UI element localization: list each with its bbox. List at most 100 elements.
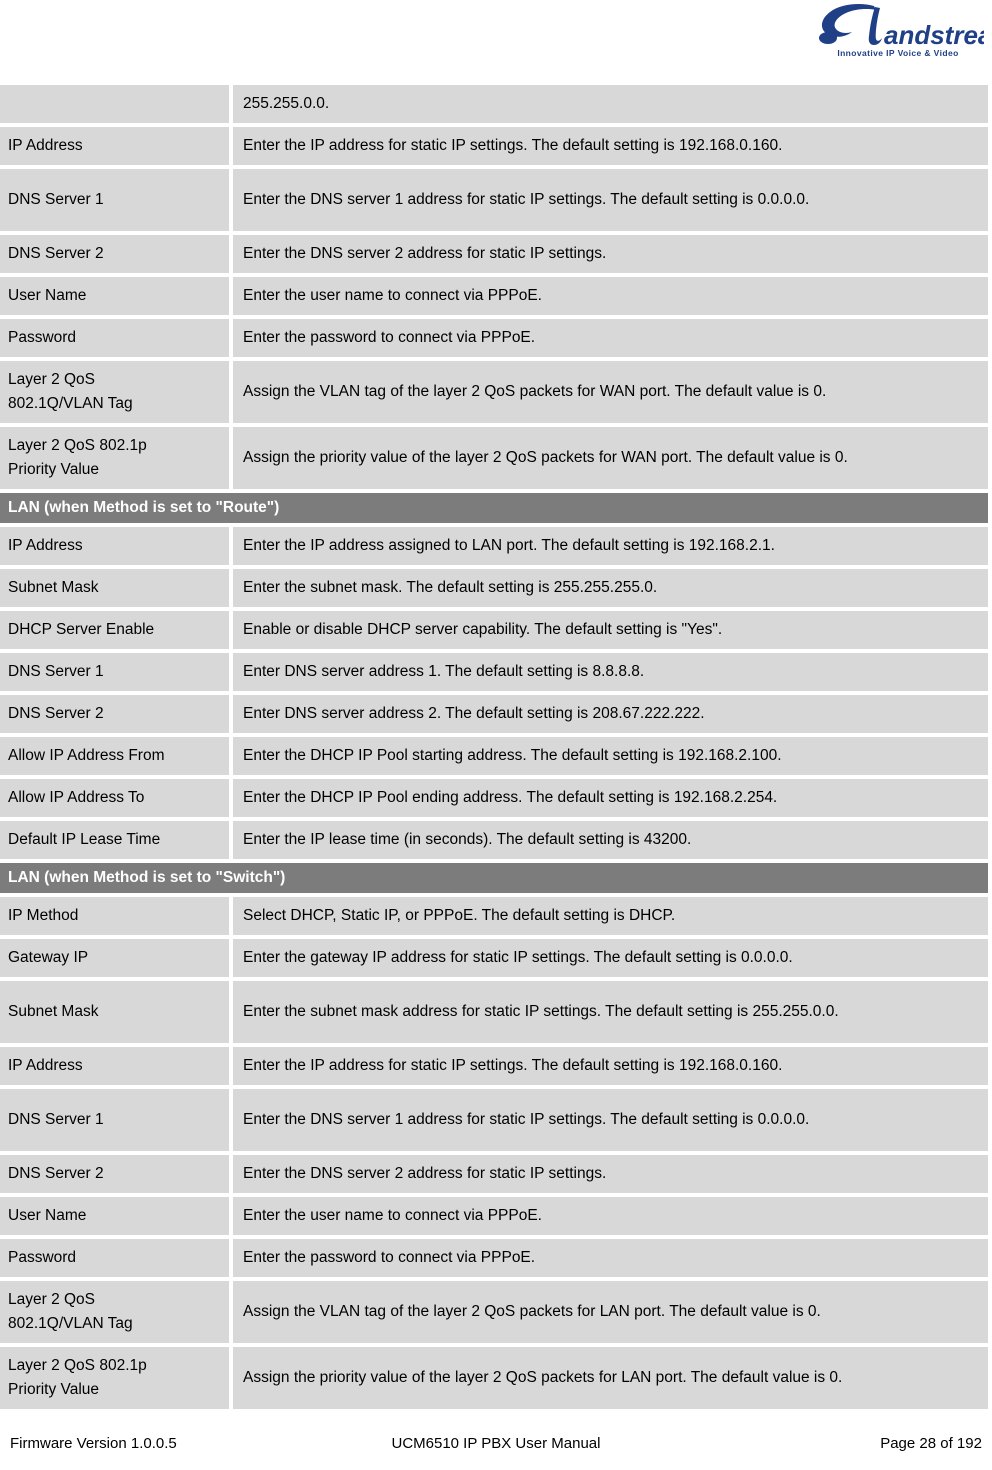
row-label-cell: DNS Server 2 (0, 1155, 229, 1193)
footer-firmware-version: Firmware Version 1.0.0.5 (10, 1435, 177, 1452)
row-label-text: Gateway IP (8, 949, 89, 966)
row-description-text: Enter the DNS server 2 address for stati… (243, 1165, 607, 1182)
row-label-text: IP Address (8, 137, 83, 154)
row-description-text: Enter the IP address assigned to LAN por… (243, 537, 775, 554)
row-label-text: Layer 2 QoS 802.1Q/VLAN Tag (8, 1288, 133, 1336)
row-description-cell: Enter the IP address assigned to LAN por… (233, 527, 988, 565)
row-label-text: User Name (8, 287, 87, 304)
row-description-cell: Select DHCP, Static IP, or PPPoE. The de… (233, 897, 988, 935)
row-description-text: Assign the VLAN tag of the layer 2 QoS p… (243, 1303, 821, 1320)
row-label-text: DNS Server 1 (8, 1111, 104, 1128)
row-description-text: Assign the VLAN tag of the layer 2 QoS p… (243, 383, 827, 400)
row-description-text: Enter the subnet mask. The default setti… (243, 579, 658, 596)
row-description-text: Enter the DNS server 2 address for stati… (243, 245, 607, 262)
row-label-text-line2: 802.1Q/VLAN Tag (8, 395, 133, 412)
row-label-cell: DNS Server 1 (0, 1089, 229, 1151)
row-description-cell: Enter the user name to connect via PPPoE… (233, 1197, 988, 1235)
table-row: IP Address Enter the IP address assigned … (0, 527, 988, 565)
table-row: User Name Enter the user name to connect … (0, 277, 988, 315)
table-row: Layer 2 QoS 802.1p Priority Value Assign t… (0, 427, 988, 489)
wan-settings-table: 255.255.0.0. IP Address Enter the IP addre… (0, 85, 988, 1409)
section-header-lan-route: LAN (when Method is set to "Route") (0, 493, 988, 523)
table-row: DNS Server 2 Enter DNS server address 2. … (0, 695, 988, 733)
row-description-cell: Enter DNS server address 1. The default … (233, 653, 988, 691)
lan-route-rows-container: IP Address Enter the IP address assigned … (0, 527, 988, 859)
lan-switch-rows-container: IP Method Select DHCP, Static IP, or PPPo… (0, 897, 988, 1409)
svg-text:andstream: andstream (884, 20, 984, 50)
row-description-cell: Enter the DNS server 2 address for stati… (233, 1155, 988, 1193)
row-description-cell: Enter the IP lease time (in seconds). Th… (233, 821, 988, 859)
row-label-cell (0, 85, 229, 123)
row-description-cell: Enter the subnet mask. The default setti… (233, 569, 988, 607)
table-row: DNS Server 1 Enter the DNS server 1 addre… (0, 169, 988, 231)
table-row: Allow IP Address To Enter the DHCP IP Poo… (0, 779, 988, 817)
table-row: Layer 2 QoS 802.1Q/VLAN Tag Assign the VLA… (0, 1281, 988, 1343)
row-label-cell: Allow IP Address To (0, 779, 229, 817)
footer-page-number: Page 28 of 192 (880, 1435, 982, 1452)
row-description-cell: Enter the gateway IP address for static … (233, 939, 988, 977)
row-label-text: Subnet Mask (8, 579, 99, 596)
row-label-text: Password (8, 1249, 77, 1266)
row-description-text: Enter the subnet mask address for static… (243, 1003, 839, 1020)
row-description-cell: Enter the DNS server 2 address for stati… (233, 235, 988, 273)
row-description-cell: Enter the DNS server 1 address for stati… (233, 169, 988, 231)
row-label-text-line2: Priority Value (8, 1381, 100, 1398)
row-label-text: DNS Server 1 (8, 663, 104, 680)
row-label-text: IP Method (8, 907, 79, 924)
row-label-cell: Password (0, 319, 229, 357)
row-description-text: Enter the DHCP IP Pool ending address. T… (243, 789, 778, 806)
row-description-text: Assign the priority value of the layer 2… (243, 449, 848, 466)
row-description-text: Enter the user name to connect via PPPoE… (243, 287, 542, 304)
grandstream-logo-icon: andstream (819, 4, 984, 50)
table-row: Layer 2 QoS 802.1p Priority Value Assign t… (0, 1347, 988, 1409)
logo-wordmark: andstream (812, 2, 984, 54)
page-header: andstream Innovative IP Voice & Video (0, 0, 992, 85)
row-label-cell: User Name (0, 277, 229, 315)
table-row: IP Method Select DHCP, Static IP, or PPPo… (0, 897, 988, 935)
table-row: Default IP Lease Time Enter the IP lease … (0, 821, 988, 859)
row-description-cell: Assign the priority value of the layer 2… (233, 427, 988, 489)
row-label-cell: IP Address (0, 1047, 229, 1085)
row-label-text-line2: Priority Value (8, 461, 100, 478)
row-description-cell: Enter the password to connect via PPPoE. (233, 1239, 988, 1277)
row-label-text: Allow IP Address From (8, 747, 165, 764)
row-label-text-line2: 802.1Q/VLAN Tag (8, 1315, 133, 1332)
row-description-cell: 255.255.0.0. (233, 85, 988, 123)
row-description-cell: Assign the VLAN tag of the layer 2 QoS p… (233, 361, 988, 423)
row-label-cell: DNS Server 1 (0, 653, 229, 691)
table-row: Layer 2 QoS 802.1Q/VLAN Tag Assign the VLA… (0, 361, 988, 423)
table-row: IP Address Enter the IP address for stati… (0, 1047, 988, 1085)
row-description-cell: Enter the subnet mask address for static… (233, 981, 988, 1043)
row-description-text: Enter the DNS server 1 address for stati… (243, 191, 810, 208)
table-row: IP Address Enter the IP address for stati… (0, 127, 988, 165)
row-label-text: Allow IP Address To (8, 789, 145, 806)
table-row: DNS Server 2 Enter the DNS server 2 addre… (0, 1155, 988, 1193)
table-row: User Name Enter the user name to connect … (0, 1197, 988, 1235)
row-label-cell: IP Address (0, 527, 229, 565)
row-label-cell: Allow IP Address From (0, 737, 229, 775)
row-label-cell: IP Address (0, 127, 229, 165)
row-label-cell: DHCP Server Enable (0, 611, 229, 649)
row-label-cell: Layer 2 QoS 802.1Q/VLAN Tag (0, 1281, 229, 1343)
row-label-text: Layer 2 QoS 802.1p Priority Value (8, 1354, 147, 1402)
row-description-cell: Enter DNS server address 2. The default … (233, 695, 988, 733)
row-description-cell: Enter the DHCP IP Pool starting address.… (233, 737, 988, 775)
table-row: Allow IP Address From Enter the DHCP IP P… (0, 737, 988, 775)
row-description-text: Select DHCP, Static IP, or PPPoE. The de… (243, 907, 676, 924)
row-label-text: Default IP Lease Time (8, 831, 161, 848)
row-label-cell: Layer 2 QoS 802.1p Priority Value (0, 1347, 229, 1409)
row-label-cell: Default IP Lease Time (0, 821, 229, 859)
row-description-text: Enter the gateway IP address for static … (243, 949, 793, 966)
row-description-text: Enter the IP address for static IP setti… (243, 1057, 783, 1074)
table-row: Gateway IP Enter the gateway IP address f… (0, 939, 988, 977)
row-description-cell: Enter the IP address for static IP setti… (233, 1047, 988, 1085)
row-label-text: Password (8, 329, 77, 346)
row-label-cell: DNS Server 2 (0, 235, 229, 273)
row-label-text: Layer 2 QoS 802.1Q/VLAN Tag (8, 368, 133, 416)
table-row: Subnet Mask Enter the subnet mask. The de… (0, 569, 988, 607)
row-label-text: IP Address (8, 1057, 83, 1074)
row-label-cell: Layer 2 QoS 802.1p Priority Value (0, 427, 229, 489)
row-label-cell: Gateway IP (0, 939, 229, 977)
row-label-text: Layer 2 QoS 802.1p Priority Value (8, 434, 147, 482)
row-description-text: Enter the DHCP IP Pool starting address.… (243, 747, 782, 764)
